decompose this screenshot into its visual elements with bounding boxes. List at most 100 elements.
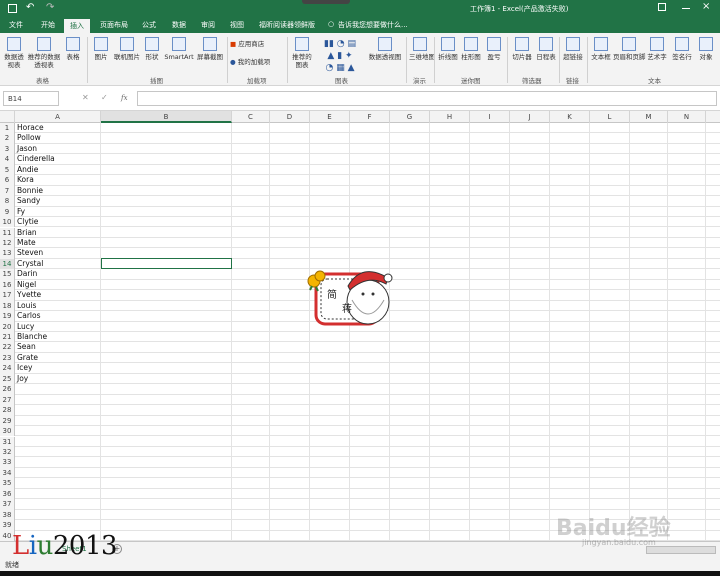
cell-a[interactable]: Clytie (17, 217, 38, 227)
column-header-c[interactable]: C (232, 111, 270, 123)
cell-a[interactable]: Steven (17, 248, 43, 258)
my-addins-button[interactable]: ● 我的加载项 (230, 58, 270, 66)
row-header[interactable]: 3 (0, 143, 15, 155)
store-button[interactable]: ■ 应用商店 (230, 40, 264, 48)
row-header[interactable]: 19 (0, 311, 15, 322)
row-header[interactable]: 26 (0, 384, 15, 395)
tab-view[interactable]: 视图 (230, 20, 244, 30)
cell-a[interactable]: Horace (17, 123, 44, 133)
row-header[interactable]: 37 (0, 499, 15, 510)
column-header-j[interactable]: J (510, 111, 550, 123)
row-header[interactable]: 7 (0, 185, 15, 197)
online-pictures-button[interactable]: 联机图片 (112, 37, 142, 61)
textbox-button[interactable]: 文本框 (590, 37, 612, 61)
row-header[interactable]: 9 (0, 206, 15, 218)
timeline-button[interactable]: 日程表 (535, 37, 557, 61)
undo-icon[interactable]: ↶ (26, 2, 34, 13)
cell-a[interactable]: Fy (17, 207, 25, 217)
row-header[interactable]: 33 (0, 457, 15, 468)
save-icon[interactable] (8, 4, 17, 13)
row-header[interactable]: 27 (0, 394, 15, 406)
worksheet-grid[interactable]: 1 Horace 2 Pollow 3 Jason 4 Cinderella 5 Andie 6 Ko… (0, 123, 720, 541)
row-header[interactable]: 1 (0, 123, 15, 134)
row-header[interactable]: 5 (0, 164, 15, 176)
cell-a[interactable]: Darin (17, 269, 37, 279)
tab-insert[interactable]: 插入 (64, 19, 90, 33)
cell-a[interactable]: Brian (17, 228, 37, 238)
row-header[interactable]: 22 (0, 342, 15, 353)
tab-data[interactable]: 数据 (172, 20, 186, 30)
santa-sticker-image[interactable]: 简 蒋 (302, 262, 394, 328)
column-header-f[interactable]: F (350, 111, 390, 123)
smartart-button[interactable]: SmartArt (163, 37, 195, 61)
row-header[interactable]: 29 (0, 415, 15, 427)
row-header[interactable]: 23 (0, 352, 15, 364)
row-header[interactable]: 12 (0, 237, 15, 249)
row-header[interactable]: 8 (0, 196, 15, 207)
sparkline-line-button[interactable]: 折线图 (437, 37, 459, 61)
cell-a[interactable]: Crystal (17, 259, 43, 269)
object-button[interactable]: 对象 (696, 37, 716, 61)
cell-a[interactable]: Bonnie (17, 186, 43, 196)
sparkline-winloss-button[interactable]: 盈亏 (484, 37, 504, 61)
minimize-icon[interactable] (682, 8, 690, 9)
column-header-i[interactable]: I (470, 111, 510, 123)
column-header-n[interactable]: N (668, 111, 706, 123)
cell-a[interactable]: Grate (17, 353, 38, 363)
header-footer-button[interactable]: 页眉和页脚 (613, 37, 646, 61)
recommended-charts-button[interactable]: 推荐的图表 (290, 37, 314, 69)
row-header[interactable]: 32 (0, 446, 15, 458)
active-cell-b14[interactable] (101, 258, 232, 269)
cell-a[interactable]: Mate (17, 238, 36, 248)
row-header[interactable]: 35 (0, 478, 15, 489)
cell-a[interactable]: Yvette (17, 290, 41, 300)
cell-a[interactable]: Carlos (17, 311, 41, 321)
row-header[interactable]: 34 (0, 467, 15, 479)
row-header[interactable]: 17 (0, 290, 15, 301)
row-header[interactable]: 39 (0, 520, 15, 531)
row-header[interactable]: 20 (0, 321, 15, 332)
pivot-table-button[interactable]: 数据透视表 (3, 37, 25, 69)
close-icon[interactable]: × (702, 1, 710, 12)
fx-icon[interactable]: fx (121, 94, 133, 109)
row-header[interactable]: 36 (0, 488, 15, 500)
row-header[interactable]: 31 (0, 436, 15, 447)
horizontal-scrollbar[interactable] (646, 546, 716, 554)
cell-a[interactable]: Cinderella (17, 154, 55, 164)
cell-a[interactable]: Icey (17, 363, 32, 373)
cell-a[interactable]: Louis (17, 301, 36, 311)
signature-line-button[interactable]: 签名行 (670, 37, 694, 61)
cell-a[interactable]: Jason (17, 144, 37, 154)
tab-formulas[interactable]: 公式 (142, 20, 156, 30)
row-header[interactable]: 24 (0, 363, 15, 374)
cell-a[interactable]: Sean (17, 342, 36, 352)
table-button[interactable]: 表格 (63, 37, 83, 61)
restore-icon[interactable] (658, 3, 666, 11)
column-header-h[interactable]: H (430, 111, 470, 123)
column-header-l[interactable]: L (590, 111, 630, 123)
column-header-k[interactable]: K (550, 111, 590, 123)
cell-a[interactable]: Pollow (17, 133, 41, 143)
row-header[interactable]: 16 (0, 279, 15, 291)
row-header[interactable]: 15 (0, 269, 15, 280)
row-header[interactable]: 38 (0, 509, 15, 521)
redo-icon[interactable]: ↷ (46, 2, 54, 13)
enter-icon[interactable]: ✓ (101, 93, 108, 102)
row-header[interactable]: 28 (0, 405, 15, 416)
column-header-a[interactable]: A (15, 111, 101, 123)
sparkline-column-button[interactable]: 柱形图 (460, 37, 482, 61)
tab-page-layout[interactable]: 页面布局 (100, 20, 128, 30)
tell-me-input[interactable]: 告诉我您想要做什么... (338, 20, 408, 30)
formula-input[interactable] (137, 91, 717, 106)
screenshot-button[interactable]: 屏幕截图 (196, 37, 224, 61)
cell-a[interactable]: Sandy (17, 196, 40, 206)
select-all-corner[interactable] (0, 111, 15, 123)
row-header[interactable]: 14 (0, 258, 15, 270)
row-header[interactable]: 30 (0, 426, 15, 437)
row-header[interactable]: 11 (0, 227, 15, 238)
cell-a[interactable]: Lucy (17, 322, 34, 332)
cell-a[interactable]: Andie (17, 165, 38, 175)
name-box[interactable]: B14 (3, 91, 59, 106)
column-header-b[interactable]: B (101, 111, 232, 123)
pivot-chart-button[interactable]: 数据透视图 (366, 37, 404, 61)
